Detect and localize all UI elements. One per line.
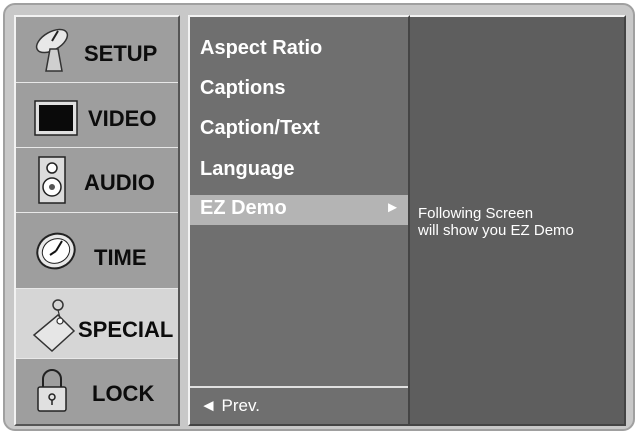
menu-item-time[interactable]: TIME bbox=[16, 213, 178, 289]
tag-icon bbox=[28, 297, 78, 358]
submenu-item-aspect-ratio[interactable]: Aspect Ratio bbox=[200, 37, 322, 60]
speaker-icon bbox=[38, 156, 66, 209]
menu-label-special: SPECIAL bbox=[78, 317, 174, 342]
tv-screen-icon bbox=[34, 100, 78, 141]
menu-item-setup[interactable]: SETUP bbox=[16, 17, 178, 83]
menu-label-setup: SETUP bbox=[84, 41, 158, 66]
padlock-icon bbox=[36, 367, 68, 418]
menu-item-video[interactable]: VIDEO bbox=[16, 83, 178, 148]
satellite-dish-icon bbox=[32, 27, 72, 78]
description-panel: Following Screen will show you EZ Demo bbox=[410, 15, 626, 426]
description-line-2: will show you EZ Demo bbox=[418, 222, 574, 239]
prev-button[interactable]: ◄ Prev. bbox=[190, 386, 408, 424]
submenu-item-language[interactable]: Language bbox=[200, 158, 294, 181]
menu-item-audio[interactable]: AUDIO bbox=[16, 148, 178, 213]
menu-label-lock: LOCK bbox=[92, 381, 155, 406]
submenu-selected-label: EZ Demo bbox=[200, 197, 287, 219]
menu-item-lock[interactable]: LOCK bbox=[16, 359, 178, 424]
menu-label-video: VIDEO bbox=[88, 106, 157, 131]
menu-item-special[interactable]: SPECIAL bbox=[16, 289, 178, 359]
submenu-item-captions[interactable]: Captions bbox=[200, 77, 286, 100]
right-arrow-icon: ► bbox=[385, 199, 400, 216]
description-text: Following Screen will show you EZ Demo bbox=[418, 205, 574, 239]
submenu-panel: Aspect Ratio Captions Caption/Text Langu… bbox=[188, 15, 410, 426]
menu-label-audio: AUDIO bbox=[84, 170, 155, 195]
description-line-1: Following Screen bbox=[418, 205, 534, 222]
prev-label: ◄ Prev. bbox=[200, 396, 260, 415]
menu-label-time: TIME bbox=[94, 245, 147, 270]
main-menu: SETUP VIDEO AUDIO TIME SPECIAL LOCK bbox=[14, 15, 180, 426]
clock-icon bbox=[34, 231, 78, 276]
submenu-item-caption-text[interactable]: Caption/Text bbox=[200, 117, 320, 140]
submenu-item-ez-demo[interactable]: EZ Demo ► bbox=[190, 195, 408, 225]
